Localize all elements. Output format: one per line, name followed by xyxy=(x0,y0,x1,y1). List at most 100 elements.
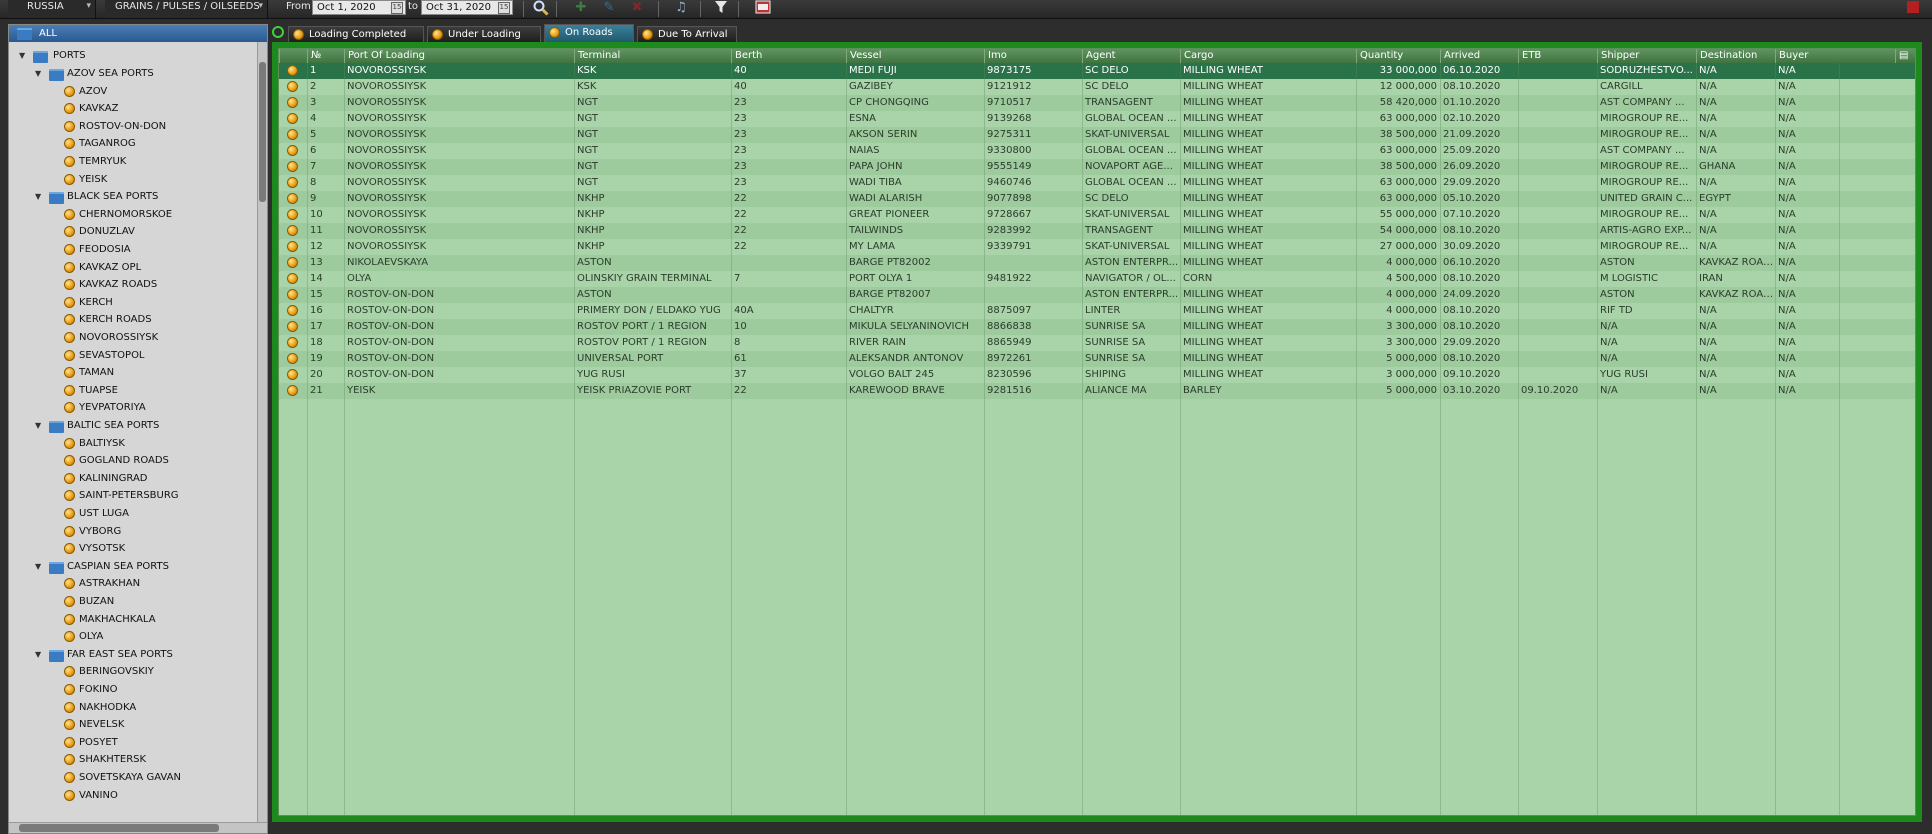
to-date-field[interactable]: Oct 31, 2020 15 xyxy=(421,0,513,15)
table-row[interactable]: 7 NOVOROSSIYSK NGT 23 PAPA JOHN 9555149 NOVAPO… xyxy=(279,159,1915,175)
table-cell: M LOGISTIC xyxy=(1600,273,1658,284)
table-cell: NGT xyxy=(577,145,598,156)
add-icon[interactable]: ✚ xyxy=(572,0,590,16)
tree-port-label: KERCH ROADS xyxy=(79,314,152,326)
calendar-icon[interactable]: 15 xyxy=(391,2,403,14)
category-select[interactable]: GRAINS / PULSES / OILSEEDS ▾ xyxy=(105,0,268,18)
table-row[interactable]: 8 NOVOROSSIYSK NGT 23 WADI TIBA 9460746 GLOBAL… xyxy=(279,175,1915,191)
grid-column-header[interactable]: Terminal xyxy=(574,49,731,63)
column-divider xyxy=(1180,63,1181,815)
scroll-thumb[interactable] xyxy=(19,824,219,832)
chevron-down-icon[interactable]: ▼ xyxy=(19,47,25,64)
table-cell: 29.09.2020 xyxy=(1443,177,1501,188)
table-cell: 22 xyxy=(734,241,747,252)
grid-column-header[interactable]: Agent xyxy=(1082,49,1180,63)
grid-column-header[interactable]: Port Of Loading xyxy=(344,49,574,63)
table-row[interactable]: 3 NOVOROSSIYSK NGT 23 CP CHONGQING 9710517 TRA… xyxy=(279,95,1915,111)
tab-on-roads[interactable]: On Roads xyxy=(544,24,634,42)
table-cell: N/A xyxy=(1778,353,1796,364)
table-row[interactable]: 1 NOVOROSSIYSK KSK 40 MEDI FUJI 9873175 SC DEL… xyxy=(279,63,1915,79)
table-cell: 9139268 xyxy=(987,113,1032,124)
grid-column-header[interactable]: № xyxy=(307,49,344,63)
calendar-icon[interactable]: 15 xyxy=(498,2,510,14)
chevron-down-icon[interactable]: ▼ xyxy=(35,417,41,434)
table-cell: 7 xyxy=(310,161,317,172)
scroll-thumb[interactable] xyxy=(259,62,266,202)
table-cell: ROSTOV-ON-DON xyxy=(347,369,435,380)
export-excel-icon[interactable] xyxy=(754,0,772,16)
from-date-value: Oct 1, 2020 xyxy=(317,2,376,13)
column-divider xyxy=(1440,63,1441,815)
table-cell: 23 xyxy=(734,177,747,188)
table-row[interactable]: 10 NOVOROSSIYSK NKHP 22 GREAT PIONEER 9728667… xyxy=(279,207,1915,223)
table-row[interactable]: 13 NIKOLAEVSKAYA ASTON BARGE PT82002 ASTON E… xyxy=(279,255,1915,271)
table-cell: 8875097 xyxy=(987,305,1032,316)
table-row[interactable]: 20 ROSTOV-ON-DON YUG RUSI 37 VOLGO BALT 245 8… xyxy=(279,367,1915,383)
chevron-down-icon[interactable]: ▼ xyxy=(35,558,41,575)
table-cell: SHIPING xyxy=(1085,369,1127,380)
table-row[interactable]: 2 NOVOROSSIYSK KSK 40 GAZIBEY 9121912 SC DELO M… xyxy=(279,79,1915,95)
tree-port-label: VYSOTSK xyxy=(79,543,126,555)
table-cell xyxy=(1518,175,1597,191)
grid-column-header[interactable]: Vessel xyxy=(846,49,984,63)
edit-icon[interactable]: ✎ xyxy=(600,0,618,16)
grid-column-header[interactable]: Destination xyxy=(1696,49,1775,63)
close-icon[interactable] xyxy=(1904,0,1922,16)
grid-column-header[interactable]: Arrived xyxy=(1440,49,1518,63)
table-cell: N/A xyxy=(1600,353,1618,364)
port-status-icon xyxy=(64,367,75,379)
table-row[interactable]: 19 ROSTOV-ON-DON UNIVERSAL PORT 61 ALEKSANDR… xyxy=(279,351,1915,367)
table-cell: NOVOROSSIYSK xyxy=(347,81,427,92)
vertical-scrollbar[interactable] xyxy=(257,42,267,829)
horizontal-scrollbar[interactable] xyxy=(9,822,267,833)
tab-due-to-arrival[interactable]: Due To Arrival xyxy=(637,26,737,42)
folder-icon xyxy=(49,69,64,81)
table-cell xyxy=(1518,367,1597,383)
grid-column-header[interactable]: Quantity xyxy=(1356,49,1440,63)
table-row[interactable]: 14 OLYA OLINSKIY GRAIN TERMINAL 7 PORT OLYA … xyxy=(279,271,1915,287)
grid-column-header[interactable]: Shipper xyxy=(1597,49,1696,63)
refresh-icon[interactable]: ♫ xyxy=(672,0,690,16)
table-row[interactable]: 9 NOVOROSSIYSK NKHP 22 WADI ALARISH 9077898 SC… xyxy=(279,191,1915,207)
column-chooser-icon[interactable]: ▤ xyxy=(1895,49,1915,63)
grid-column-header[interactable]: Buyer xyxy=(1775,49,1839,63)
tab-loading-completed[interactable]: Loading Completed xyxy=(288,26,424,42)
table-cell: N/A xyxy=(1778,241,1796,252)
grid-column-header[interactable]: ETB xyxy=(1518,49,1597,63)
grid-column-header[interactable]: Cargo xyxy=(1180,49,1356,63)
delete-icon[interactable]: ✖ xyxy=(628,0,646,16)
table-cell: NAVIGATOR / OL... xyxy=(1085,273,1176,284)
row-status-icon xyxy=(287,145,298,156)
port-status-icon xyxy=(64,736,75,748)
country-select[interactable]: RUSSIA ▾ xyxy=(8,0,96,18)
chevron-down-icon[interactable]: ▼ xyxy=(35,188,41,205)
filter-icon[interactable] xyxy=(712,0,730,16)
table-row[interactable]: 12 NOVOROSSIYSK NKHP 22 MY LAMA 9339791 SKAT-U… xyxy=(279,239,1915,255)
table-row[interactable]: 11 NOVOROSSIYSK NKHP 22 TAILWINDS 9283992 TRAN… xyxy=(279,223,1915,239)
table-row[interactable]: 6 NOVOROSSIYSK NGT 23 NAIAS 9330800 GLOBAL OCE… xyxy=(279,143,1915,159)
table-row[interactable]: 18 ROSTOV-ON-DON ROSTOV PORT / 1 REGION 8 RI… xyxy=(279,335,1915,351)
table-row[interactable]: 17 ROSTOV-ON-DON ROSTOV PORT / 1 REGION 10 M… xyxy=(279,319,1915,335)
status-tabs: Loading Completed Under Loading On Roads… xyxy=(272,24,1932,42)
table-row[interactable]: 5 NOVOROSSIYSK NGT 23 AKSON SERIN 9275311 SKAT… xyxy=(279,127,1915,143)
settings-icon[interactable] xyxy=(272,26,284,38)
grid-column-header[interactable]: Berth xyxy=(731,49,846,63)
from-date-field[interactable]: Oct 1, 2020 15 xyxy=(312,0,406,15)
table-cell: WADI ALARISH xyxy=(849,193,923,204)
table-row[interactable]: 4 NOVOROSSIYSK NGT 23 ESNA 9139268 GLOBAL OCEA… xyxy=(279,111,1915,127)
tree-port-label: UST LUGA xyxy=(79,508,129,519)
table-cell: MILLING WHEAT xyxy=(1183,177,1263,188)
chevron-down-icon[interactable]: ▼ xyxy=(35,646,41,663)
search-icon[interactable] xyxy=(532,0,550,16)
tree-root-all[interactable]: ALL xyxy=(9,25,267,42)
port-status-icon xyxy=(64,719,75,731)
chevron-down-icon[interactable]: ▼ xyxy=(35,65,41,82)
table-row[interactable]: 16 ROSTOV-ON-DON PRIMERY DON / ELDAKO YUG 4… xyxy=(279,303,1915,319)
tab-under-loading[interactable]: Under Loading xyxy=(427,26,541,42)
table-cell: IRAN xyxy=(1699,273,1723,284)
table-row[interactable]: 21 YEISK YEISK PRIAZOVIE PORT 22 KAREWOOD BR… xyxy=(279,383,1915,399)
table-row[interactable]: 15 ROSTOV-ON-DON ASTON BARGE PT82007 ASTON E… xyxy=(279,287,1915,303)
table-cell: CARGILL xyxy=(1600,81,1643,92)
grid-column-header[interactable]: Imo xyxy=(984,49,1082,63)
table-cell: 9330800 xyxy=(987,145,1032,156)
